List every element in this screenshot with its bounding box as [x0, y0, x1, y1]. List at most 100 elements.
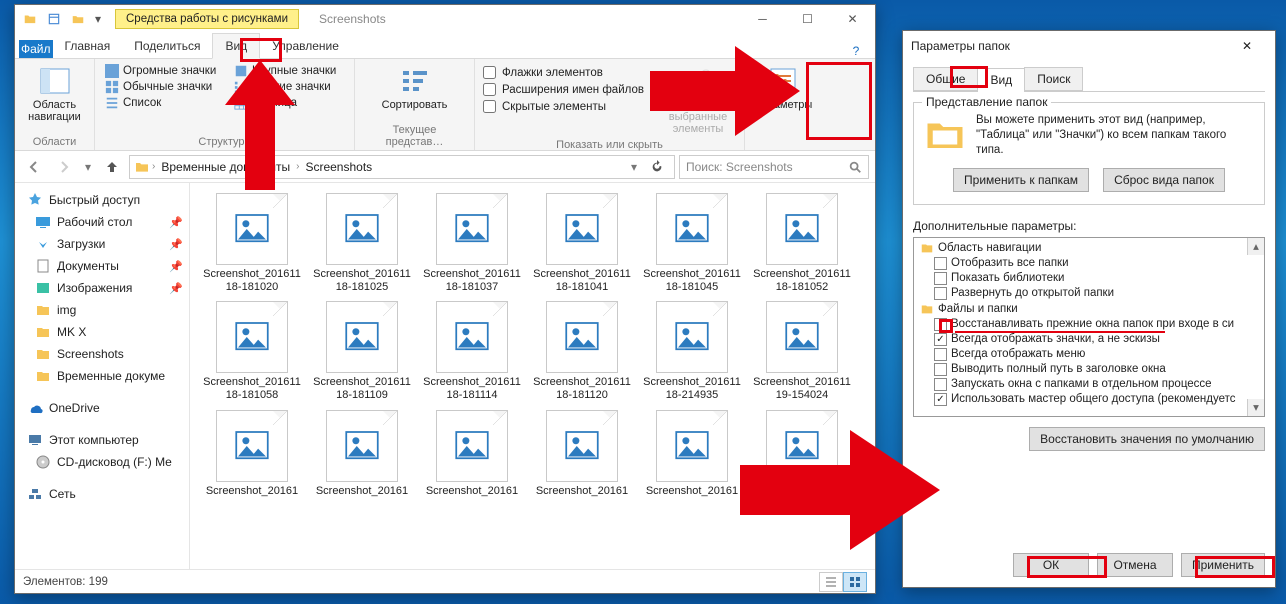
tree-show-all[interactable]: Отобразить все папки: [916, 256, 1262, 271]
sort-button[interactable]: Сортировать: [363, 63, 466, 113]
tree-full-path[interactable]: Выводить полный путь в заголовке окна: [916, 362, 1262, 377]
item-checkboxes-option[interactable]: Флажки элементов: [483, 65, 644, 80]
file-item[interactable]: Screenshot_20161118-181020: [200, 191, 304, 295]
tab-home[interactable]: Главная: [53, 34, 123, 58]
back-button[interactable]: [21, 154, 47, 180]
file-item[interactable]: Screenshot_20161118-214935: [640, 299, 744, 403]
sidebar-pictures[interactable]: Изображения📌: [15, 277, 189, 299]
file-item[interactable]: Screenshot_20161: [310, 408, 414, 500]
qat-dropdown[interactable]: ▾: [91, 8, 105, 30]
view-normal-icons[interactable]: Обычные значки: [103, 79, 226, 95]
file-item[interactable]: Screenshot_20161: [420, 408, 524, 500]
apply-to-folders-button[interactable]: Применить к папкам: [953, 168, 1089, 192]
tree-files-folders[interactable]: Файлы и папки: [916, 301, 1262, 317]
file-item[interactable]: Screenshot_20161: [640, 408, 744, 500]
recent-dropdown[interactable]: ▾: [81, 154, 95, 180]
advanced-settings-tree[interactable]: ▴ ▾ Область навигации Отобразить все пап…: [913, 237, 1265, 417]
breadcrumb-b[interactable]: Screenshots: [301, 158, 376, 176]
image-file-icon: [766, 193, 838, 265]
picture-tools-tab[interactable]: Средства работы с рисунками: [115, 9, 299, 29]
tab-share[interactable]: Поделиться: [122, 34, 212, 58]
tree-restore-prev[interactable]: Восстанавливать прежние окна папок при в…: [916, 317, 1262, 332]
sidebar-downloads[interactable]: Загрузки📌: [15, 233, 189, 255]
scroll-down-button[interactable]: ▾: [1247, 399, 1264, 416]
file-name: Screenshot_20161119-154024: [752, 376, 852, 401]
file-item[interactable]: Screenshot_20161118-181109: [310, 299, 414, 403]
file-name: Screenshot_20161: [536, 485, 628, 498]
sidebar-onedrive[interactable]: OneDrive: [15, 397, 189, 419]
file-item[interactable]: Screenshot_20161: [200, 408, 304, 500]
ok-button[interactable]: ОК: [1013, 553, 1089, 577]
tree-nav-area[interactable]: Область навигации: [916, 240, 1262, 256]
tab-file[interactable]: Файл: [19, 40, 53, 58]
tree-always-menu[interactable]: Всегда отображать меню: [916, 347, 1262, 362]
sidebar-temp[interactable]: Временные докуме: [15, 365, 189, 387]
tree-use-wizard[interactable]: Использовать мастер общего доступа (реко…: [916, 392, 1262, 407]
up-button[interactable]: [99, 154, 125, 180]
tab-manage[interactable]: Управление: [260, 34, 351, 58]
sidebar-documents[interactable]: Документы📌: [15, 255, 189, 277]
tree-always-icons[interactable]: Всегда отображать значки, а не эскизы: [916, 332, 1262, 347]
image-file-icon: [326, 193, 398, 265]
dlg-tab-general[interactable]: Общие: [913, 67, 978, 91]
address-dropdown[interactable]: ▾: [624, 154, 644, 180]
breadcrumb-a[interactable]: Временные документы: [157, 158, 294, 176]
file-list[interactable]: Screenshot_20161118-181020 Screenshot_201…: [190, 183, 875, 569]
qat-properties[interactable]: [43, 8, 65, 30]
quick-access[interactable]: Быстрый доступ: [15, 189, 189, 211]
sidebar-img[interactable]: img: [15, 299, 189, 321]
close-button[interactable]: ✕: [830, 5, 875, 33]
maximize-button[interactable]: ☐: [785, 5, 830, 33]
file-item[interactable]: Screenshot_20161118-181045: [640, 191, 744, 295]
qat-new-folder[interactable]: [67, 8, 89, 30]
refresh-button[interactable]: [644, 154, 670, 180]
dialog-close-button[interactable]: ✕: [1227, 32, 1267, 60]
view-list[interactable]: Список: [103, 95, 226, 111]
file-item[interactable]: Screenshot_20161: [530, 408, 634, 500]
dlg-tab-search[interactable]: Поиск: [1024, 67, 1083, 91]
file-item[interactable]: Screenshot_20161118-181058: [200, 299, 304, 403]
navigation-pane-button[interactable]: Область навигации: [23, 63, 86, 125]
file-item[interactable]: Screenshot_20161119-154024: [750, 299, 854, 403]
view-large-icons[interactable]: Крупные значки: [232, 63, 346, 79]
sidebar-cd[interactable]: CD-дисковод (F:) Me: [15, 451, 189, 473]
tree-separate-proc[interactable]: Запускать окна с папками в отдельном про…: [916, 377, 1262, 392]
file-name: Screenshot_20161118-181020: [202, 268, 302, 293]
file-item[interactable]: Screenshot_20161118-181114: [420, 299, 524, 403]
file-item[interactable]: Screenshot_20161118-181052: [750, 191, 854, 295]
apply-button[interactable]: Применить: [1181, 553, 1265, 577]
file-extensions-option[interactable]: Расширения имен файлов: [483, 82, 644, 97]
help-icon[interactable]: ?: [845, 44, 867, 58]
restore-defaults-button[interactable]: Восстановить значения по умолчанию: [1029, 427, 1265, 451]
hidden-items-option[interactable]: Скрытые элементы: [483, 99, 644, 114]
file-item[interactable]: Screenshot_20161118-181120: [530, 299, 634, 403]
file-item[interactable]: Screenshot_20161: [750, 408, 854, 500]
view-table[interactable]: Таблица: [232, 95, 346, 111]
view-small-icons[interactable]: Мелкие значки: [232, 79, 346, 95]
tree-expand-open[interactable]: Развернуть до открытой папки: [916, 286, 1262, 301]
scroll-up-button[interactable]: ▴: [1247, 238, 1264, 255]
cancel-button[interactable]: Отмена: [1097, 553, 1173, 577]
minimize-button[interactable]: ─: [740, 5, 785, 33]
sidebar-desktop[interactable]: Рабочий стол📌: [15, 211, 189, 233]
sidebar-mkx[interactable]: MK X: [15, 321, 189, 343]
view-icons-toggle[interactable]: [843, 572, 867, 592]
sidebar-screenshots[interactable]: Screenshots: [15, 343, 189, 365]
search-input[interactable]: Поиск: Screenshots: [679, 155, 869, 179]
options-button[interactable]: Параметры: [753, 63, 813, 113]
reset-folders-button[interactable]: Сброс вида папок: [1103, 168, 1225, 192]
tree-show-libs[interactable]: Показать библиотеки: [916, 271, 1262, 286]
sidebar-network[interactable]: Сеть: [15, 483, 189, 505]
file-item[interactable]: Screenshot_20161118-181025: [310, 191, 414, 295]
file-item[interactable]: Screenshot_20161118-181037: [420, 191, 524, 295]
file-item[interactable]: Screenshot_20161118-181041: [530, 191, 634, 295]
tab-view[interactable]: Вид: [212, 33, 260, 59]
address-bar[interactable]: › Временные документы › Screenshots ▾: [129, 155, 675, 179]
view-huge-icons[interactable]: Огромные значки: [103, 63, 226, 79]
navigation-pane: Быстрый доступ Рабочий стол📌 Загрузки📌 Д…: [15, 183, 190, 569]
view-details-toggle[interactable]: [819, 572, 843, 592]
sidebar-thispc[interactable]: Этот компьютер: [15, 429, 189, 451]
forward-button[interactable]: [51, 154, 77, 180]
folder-views-text: Вы можете применить этот вид (например, …: [976, 113, 1254, 158]
dlg-tab-view[interactable]: Вид: [977, 68, 1025, 92]
